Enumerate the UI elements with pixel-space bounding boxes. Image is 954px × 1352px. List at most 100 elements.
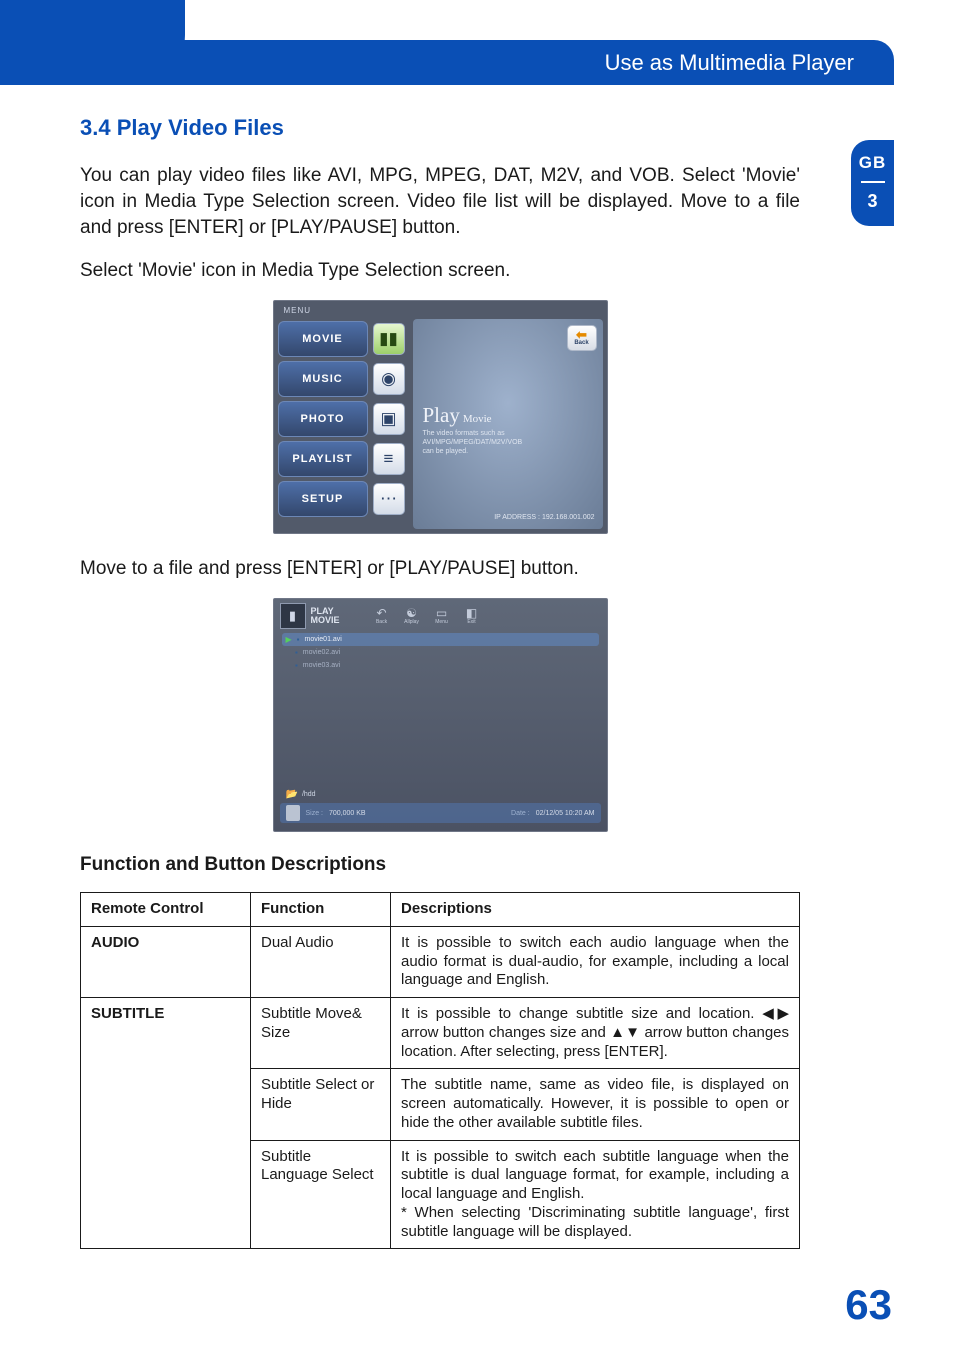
desc-line-3: can be played. <box>423 447 523 456</box>
th-function: Function <box>251 893 391 927</box>
menu-body: MOVIE ▮▮ MUSIC ◉ PHOTO ▣ PLAYLIST ≡ SETU… <box>278 319 603 529</box>
fb-title: PLAY MOVIE <box>311 607 340 626</box>
side-tab: GB 3 <box>851 140 894 226</box>
menu-item-movie[interactable]: MOVIE ▮▮ <box>278 321 405 357</box>
exit-icon: ◧ <box>466 608 477 619</box>
menu-button-music: MUSIC <box>278 361 368 397</box>
rc-audio: AUDIO <box>81 926 251 997</box>
file-list: ▶ ▪ movie01.avi ▪ movie02.avi ▪ movie03.… <box>274 629 607 672</box>
path-text: /hdd <box>302 791 316 798</box>
file-name: movie03.avi <box>303 662 340 669</box>
play-all-icon: ☯ <box>406 608 417 619</box>
step1-text: Select 'Movie' icon in Media Type Select… <box>80 258 800 284</box>
file-row-0[interactable]: ▶ ▪ movie01.avi <box>282 633 599 646</box>
menu-top-label: MENU <box>278 305 603 319</box>
intro-paragraph: You can play video files like AVI, MPG, … <box>80 163 800 242</box>
preview-title: PlayMovie <box>423 403 492 428</box>
side-tab-chapter: 3 <box>851 191 894 212</box>
toolbar-menu-label: Menu <box>435 619 448 625</box>
function-table: Remote Control Function Descriptions AUD… <box>80 892 800 1249</box>
date-value: 02/12/05 10:20 AM <box>536 810 595 817</box>
play-icon <box>286 648 290 657</box>
menu-button-setup: SETUP <box>278 481 368 517</box>
menu-item-music[interactable]: MUSIC ◉ <box>278 361 405 397</box>
header-title: Use as Multimedia Player <box>605 50 854 76</box>
rc-subtitle: SUBTITLE <box>81 998 251 1249</box>
speaker-icon: ◉ <box>373 363 405 395</box>
file-icon: ▪ <box>297 635 300 644</box>
file-row-1[interactable]: ▪ movie02.avi <box>282 646 599 659</box>
back-arrow-icon: ⬅ <box>576 330 587 340</box>
preview-description: The video formats such as AVI/MPG/MPEG/D… <box>423 429 523 456</box>
setup-icon: ⋯ <box>373 483 405 515</box>
file-icon: ▪ <box>295 661 298 670</box>
screenshot-menu: MENU MOVIE ▮▮ MUSIC ◉ PHOTO ▣ PLAYLIST ≡ <box>273 300 608 534</box>
menu-button-playlist: PLAYLIST <box>278 441 368 477</box>
row-audio: AUDIO Dual Audio It is possible to switc… <box>81 926 800 997</box>
path-row: 📂 /hdd <box>280 789 601 800</box>
fb-title-bot: MOVIE <box>311 616 340 625</box>
toolbar-exit[interactable]: ◧Exit <box>460 605 484 627</box>
page-number: 63 <box>845 1281 892 1329</box>
film-icon: ▮▮ <box>373 323 405 355</box>
info-bar: Size : 700,000 KB Date : 02/12/05 10:20 … <box>280 803 601 823</box>
header-bar: Use as Multimedia Player <box>60 40 894 85</box>
section-heading: 3.4 Play Video Files <box>80 115 800 141</box>
menu-button-photo: PHOTO <box>278 401 368 437</box>
preview-title-play: Play <box>423 403 460 427</box>
thumb-icon <box>286 805 300 821</box>
size-value: 700,000 KB <box>329 810 366 817</box>
row-subtitle-1: SUBTITLE Subtitle Move& Size It is possi… <box>81 998 800 1069</box>
playlist-icon: ≡ <box>373 443 405 475</box>
desc-sub-move: It is possible to change subtitle size a… <box>391 998 800 1069</box>
photo-icon: ▣ <box>373 403 405 435</box>
toolbar-allplay[interactable]: ☯Allplay <box>400 605 424 627</box>
folder-icon: 📂 <box>286 789 298 800</box>
table-heading: Function and Button Descriptions <box>80 854 800 876</box>
preview-title-movie: Movie <box>460 413 492 425</box>
desc-line-1: The video formats such as <box>423 429 523 438</box>
back-button[interactable]: ⬅ Back <box>567 325 597 351</box>
fn-sub-select: Subtitle Select or Hide <box>251 1069 391 1140</box>
desc-mid: arrow button changes size and <box>401 1024 610 1041</box>
back-label: Back <box>574 340 588 346</box>
fn-sub-lang: Subtitle Language Select <box>251 1140 391 1249</box>
toolbar-menu[interactable]: ▭Menu <box>430 605 454 627</box>
page-content: 3.4 Play Video Files You can play video … <box>80 115 800 1249</box>
toolbar-exit-label: Exit <box>467 619 475 625</box>
menu-item-photo[interactable]: PHOTO ▣ <box>278 401 405 437</box>
menu-item-setup[interactable]: SETUP ⋯ <box>278 481 405 517</box>
left-right-arrow-icon: ◀▶ <box>762 1005 789 1022</box>
film-icon: ▮ <box>280 603 306 629</box>
side-tab-lang: GB <box>851 153 894 173</box>
menu-item-playlist[interactable]: PLAYLIST ≡ <box>278 441 405 477</box>
file-name: movie02.avi <box>303 649 340 656</box>
desc-sub-select: The subtitle name, same as video file, i… <box>391 1069 800 1140</box>
file-name: movie01.avi <box>305 636 342 643</box>
desc-pre: It is possible to change subtitle size a… <box>401 1005 762 1022</box>
desc-dual-audio: It is possible to switch each audio lang… <box>391 926 800 997</box>
table-header-row: Remote Control Function Descriptions <box>81 893 800 927</box>
toolbar-back-label: Back <box>376 619 387 625</box>
menu-button-movie: MOVIE <box>278 321 368 357</box>
fb-bottom: 📂 /hdd Size : 700,000 KB Date : 02/12/05… <box>280 789 601 823</box>
play-icon <box>286 661 290 670</box>
desc-line-2: AVI/MPG/MPEG/DAT/M2V/VOB <box>423 438 523 447</box>
up-down-arrow-icon: ▲▼ <box>610 1024 640 1041</box>
menu-icon: ▭ <box>436 608 447 619</box>
file-row-2[interactable]: ▪ movie03.avi <box>282 659 599 672</box>
menu-column: MOVIE ▮▮ MUSIC ◉ PHOTO ▣ PLAYLIST ≡ SETU… <box>278 319 405 529</box>
ip-address: IP ADDRESS : 192.168.001.002 <box>494 514 594 521</box>
play-icon: ▶ <box>286 635 292 644</box>
fb-header: ▮ PLAY MOVIE ↶Back ☯Allplay ▭Menu ◧Exit <box>274 599 607 629</box>
fn-dual-audio: Dual Audio <box>251 926 391 997</box>
side-tab-divider <box>861 181 885 183</box>
step2-text: Move to a file and press [ENTER] or [PLA… <box>80 556 800 582</box>
file-icon: ▪ <box>295 648 298 657</box>
up-icon: ↶ <box>376 608 386 619</box>
fb-toolbar: ↶Back ☯Allplay ▭Menu ◧Exit <box>370 605 484 627</box>
screenshot-filebrowser: ▮ PLAY MOVIE ↶Back ☯Allplay ▭Menu ◧Exit … <box>273 598 608 832</box>
toolbar-back[interactable]: ↶Back <box>370 605 394 627</box>
fn-sub-move: Subtitle Move& Size <box>251 998 391 1069</box>
desc-sub-lang: It is possible to switch each subtitle l… <box>391 1140 800 1249</box>
